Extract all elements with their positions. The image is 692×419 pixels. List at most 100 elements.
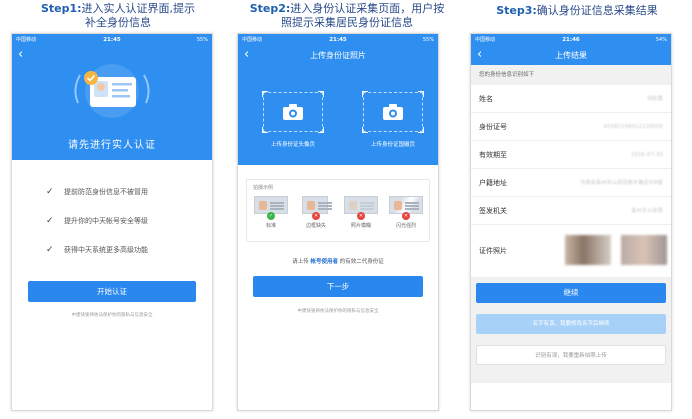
step1-text-line1: 进入实人认证界面,提示 [81, 2, 196, 15]
back-arrow-icon[interactable]: ‹ [18, 47, 23, 63]
benefit-text: 获得中天系统更多高级功能 [64, 245, 148, 254]
carrier-label: 中国移动 [242, 37, 263, 43]
check-icon: ✓ [46, 186, 54, 197]
step1-caption: Step1:进入实人认证界面,提示 补全身份信息 [8, 2, 228, 30]
back-arrow-icon[interactable]: ‹ [244, 47, 249, 63]
tutorial-stage: Step1:进入实人认证界面,提示 补全身份信息 Step2:进入身份认证采集页… [0, 0, 692, 419]
upload-front-button[interactable] [262, 91, 324, 133]
step2-text-line2: 照提示采集居民身份证信息 [281, 16, 413, 29]
page-title: 请先进行实人认证 [68, 140, 156, 151]
field-value: 刘彩霞 [647, 96, 663, 102]
example-label: 标准 [265, 223, 276, 229]
status-bar: 中国移动 21:45 55% [238, 34, 438, 45]
phone-screen-verification-intro: 中国移动 21:45 55% ‹ 请先进行实人认证 ✓ 提前防范身份信息不被冒用… [11, 33, 213, 411]
next-button[interactable]: 下一步 [253, 276, 423, 297]
example-label: 边框缺失 [305, 223, 326, 229]
list-item: ✓ 获得中天系统更多高级功能 [46, 235, 212, 264]
phone-screen-id-upload: 中国移动 21:45 55% ‹ 上传身份证照片 上传身份证头像页 上传身份证国… [237, 33, 439, 411]
photo-examples-panel: 拍摄示例 ✓ 标准 ✕ 边框缺失 ✕ 照片模糊 ✕ 闪光强烈 [246, 179, 430, 242]
field-row-id-number: 身份证号 41082199012120000 [471, 113, 671, 141]
check-icon: ✓ [46, 244, 54, 255]
clock: 21:46 [562, 36, 580, 43]
benefit-text: 提前防范身份信息不被冒用 [64, 187, 148, 196]
field-row-address: 户籍地址 河南省禹州市山货回族乡路庄村8组 [471, 169, 671, 197]
upload-back-button[interactable] [362, 91, 424, 133]
navbar: ‹ 上传身份证照片 [238, 45, 438, 65]
start-verification-button[interactable]: 开始认证 [28, 281, 196, 302]
id-front-thumbnail [565, 235, 611, 265]
nav-title: 上传结果 [555, 50, 587, 60]
battery-level: 54% [655, 36, 667, 43]
field-label: 有效期至 [479, 150, 507, 159]
continue-button[interactable]: 继续 [476, 283, 666, 303]
field-value: 河南省禹州市山货回族乡路庄村8组 [580, 180, 663, 186]
benefit-text: 提升你的中天帐号安全等级 [64, 216, 148, 225]
edit-name-button[interactable]: 名字有误，我要修改名字后继续 [476, 314, 666, 334]
camera-icon [383, 104, 403, 120]
upload-hint: 请上传 帐号使用者 的有效二代身份证 [238, 257, 438, 265]
example-label: 照片模糊 [350, 223, 371, 229]
cross-icon: ✕ [312, 212, 320, 220]
privacy-notice: 中建快速将依法保护你的隐私与信息安全 [71, 313, 153, 318]
carrier-label: 中国移动 [475, 37, 496, 43]
benefit-list: ✓ 提前防范身份信息不被冒用 ✓ 提升你的中天帐号安全等级 ✓ 获得中天系统更多高级功… [12, 160, 212, 264]
status-bar: 中国移动 21:45 55% [12, 34, 212, 45]
privacy-notice: 中建快速将依法保护你的隐私与信息安全 [297, 309, 379, 314]
id-back-thumbnail [621, 235, 667, 265]
example-blurry: ✕ 照片模糊 [341, 196, 381, 229]
navbar: ‹ [12, 45, 212, 65]
hint-suffix: 的有效二代身份证 [339, 259, 384, 265]
id-card-badge-illustration [74, 64, 150, 118]
field-value: 2016-07-30 [630, 151, 663, 158]
step1-label: Step1: [40, 2, 82, 15]
check-icon: ✓ [267, 212, 275, 220]
step3-caption: Step3:确认身份证信息采集结果 [470, 4, 684, 18]
navbar: ‹ 上传结果 [471, 45, 671, 65]
field-label: 身份证号 [479, 122, 507, 131]
field-value: 41082199012120000 [603, 123, 663, 130]
example-standard: ✓ 标准 [251, 196, 291, 229]
field-row-issuer: 签发机关 禹州市公安局 [471, 197, 671, 225]
clock: 21:45 [329, 36, 347, 43]
result-header: 中国移动 21:46 54% ‹ 上传结果 [471, 34, 671, 65]
battery-level: 55% [422, 36, 434, 43]
step3-text-line1: 确认身份证信息采集结果 [536, 4, 658, 17]
field-label: 姓名 [479, 94, 493, 103]
field-label: 户籍地址 [479, 178, 507, 187]
result-actions: 继续 名字有误，我要修改名字后继续 识别有误，我要重新拍照上传 [471, 277, 671, 383]
step2-caption: Step2:进入身份认证采集页面，用户按 照提示采集居民身份证信息 [236, 2, 458, 30]
examples-title: 拍摄示例 [253, 185, 274, 191]
phone-screen-upload-result: 中国移动 21:46 54% ‹ 上传结果 您的身份信息识别如下 姓名 刘彩霞 … [470, 33, 672, 411]
hint-prefix: 请上传 [292, 259, 309, 265]
back-arrow-icon[interactable]: ‹ [477, 47, 482, 63]
list-item: ✓ 提前防范身份信息不被冒用 [46, 177, 212, 206]
example-label: 闪光强烈 [395, 223, 416, 229]
cross-icon: ✕ [402, 212, 410, 220]
hint-account-user: 帐号使用者 [310, 259, 338, 265]
battery-level: 55% [196, 36, 208, 43]
field-value: 禹州市公安局 [631, 208, 663, 214]
nav-title: 上传身份证照片 [310, 50, 366, 60]
field-row-name: 姓名 刘彩霞 [471, 85, 671, 113]
result-subheading: 您的身份信息识别如下 [471, 65, 671, 85]
clock: 21:45 [103, 36, 121, 43]
field-row-id-photos: 证件照片 [471, 225, 671, 277]
retake-photo-button[interactable]: 识别有误，我要重新拍照上传 [476, 345, 666, 365]
step1-text-line2: 补全身份信息 [85, 16, 151, 29]
intro-hero: 中国移动 21:45 55% ‹ 请先进行实人认证 [12, 34, 212, 160]
camera-icon [283, 104, 303, 120]
status-bar: 中国移动 21:46 54% [471, 34, 671, 45]
field-label: 证件照片 [479, 247, 507, 255]
upload-back-label: 上传身份证国徽页 [370, 142, 415, 148]
step2-label: Step2: [249, 2, 291, 15]
example-missing-border: ✕ 边框缺失 [296, 196, 336, 229]
example-glare: ✕ 闪光强烈 [386, 196, 426, 229]
list-item: ✓ 提升你的中天帐号安全等级 [46, 206, 212, 235]
step2-text-line1: 进入身份认证采集页面，用户按 [290, 2, 445, 15]
carrier-label: 中国移动 [16, 37, 37, 43]
upload-front-label: 上传身份证头像页 [270, 142, 315, 148]
cross-icon: ✕ [357, 212, 365, 220]
field-label: 签发机关 [479, 206, 507, 215]
upload-hero: 中国移动 21:45 55% ‹ 上传身份证照片 上传身份证头像页 上传身份证国… [238, 34, 438, 165]
field-row-expiry: 有效期至 2016-07-30 [471, 141, 671, 169]
